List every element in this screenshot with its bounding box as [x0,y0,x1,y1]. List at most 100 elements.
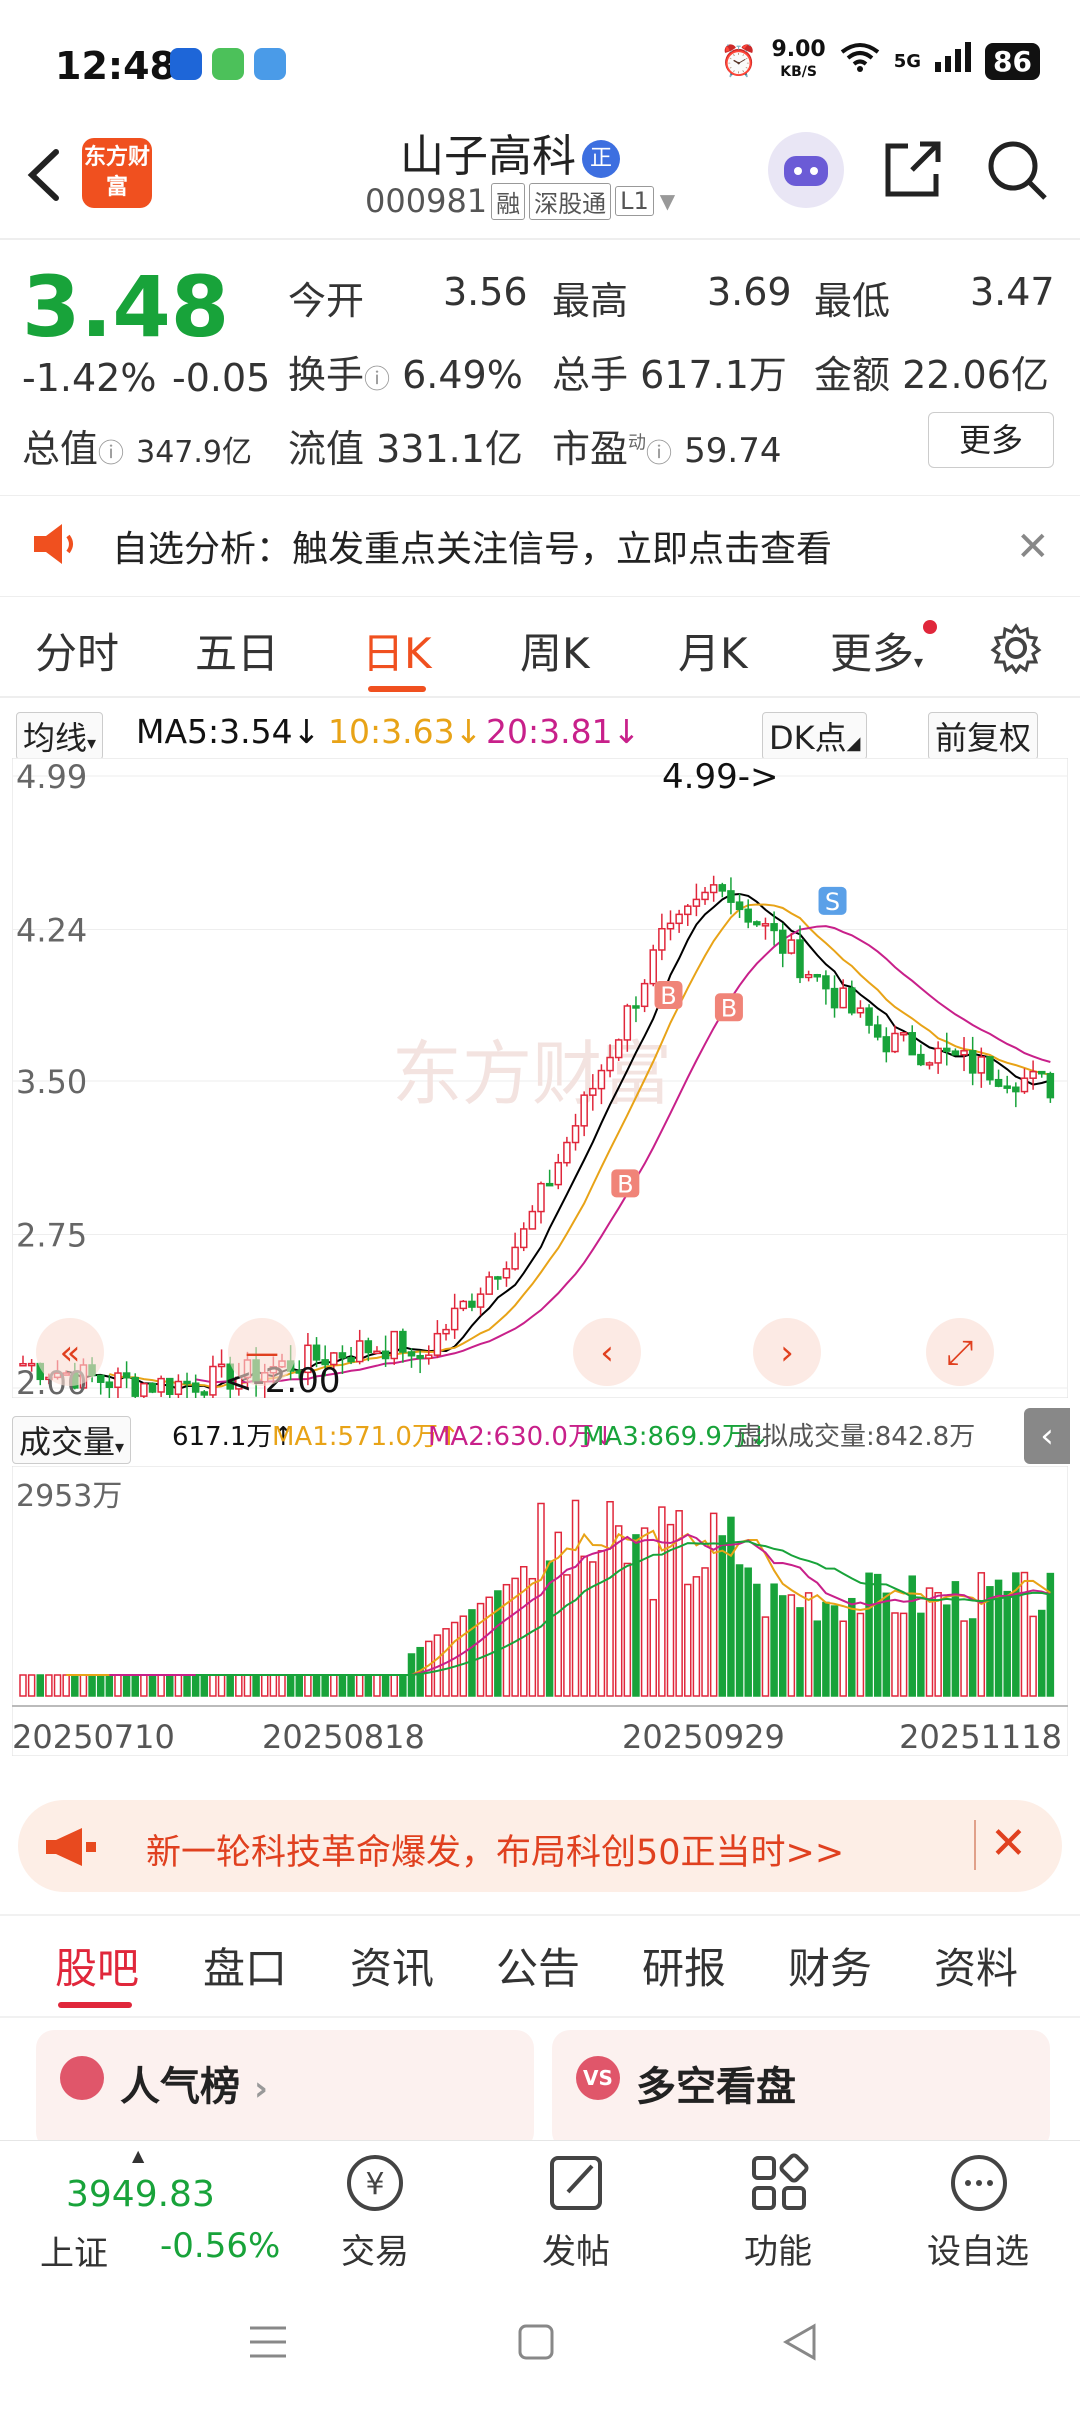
candle-body [908,1032,916,1056]
back-button[interactable] [20,140,70,210]
volume-bar [200,1674,209,1697]
chevron-down-icon[interactable]: ▼ [660,189,675,213]
adjust-button[interactable]: 前复权 [928,712,1039,760]
volume-bar [79,1674,88,1697]
volume-bar [243,1674,252,1697]
back-triangle-icon[interactable] [780,2322,820,2366]
candle-body [502,1268,511,1279]
volume-bar [209,1674,217,1697]
ma20-value: 20:3.81↓ [486,712,641,751]
tag-connect: 深股通 [529,182,612,220]
long-short-card[interactable] [552,2030,1050,2150]
indicator-select[interactable]: 均线▾ [16,712,104,760]
banner-close-icon[interactable]: ✕ [990,1818,1027,1869]
functions-button-label[interactable]: 功能 [718,2224,838,2273]
volume-bar [986,1586,994,1697]
volume-bar [658,1506,666,1697]
tab-five-day[interactable]: 五日 [195,620,279,681]
tab-profile[interactable]: 资料 [934,1935,1018,1996]
info-icon[interactable]: ⓘ [364,365,390,395]
tab-intraday[interactable]: 分时 [35,620,119,681]
index-name[interactable]: 上证 [40,2226,108,2275]
banner-text[interactable]: 新一轮科技革命爆发，布局科创50正当时>> [146,1824,844,1875]
popularity-card[interactable] [36,2030,534,2150]
candle-body [822,975,830,990]
virtual-volume: 虚拟成交量:842.8万 [736,1422,976,1452]
candle-body [416,1354,424,1359]
volume-bar [977,1572,986,1697]
total-cap: 347.9亿 [136,435,253,470]
long-short-title[interactable]: 多空看盘 [636,2054,796,2112]
tab-monthly-k[interactable]: 月K [678,620,748,681]
volume-bar [770,1583,778,1697]
functions-grid-icon[interactable] [748,2152,810,2218]
tab-weekly-k[interactable]: 周K [520,620,590,681]
chevron-right-icon: › [253,2069,268,2109]
search-icon[interactable] [985,138,1049,206]
section-divider [0,1914,1080,1916]
add-watchlist-icon[interactable] [948,2152,1010,2218]
tab-guba[interactable]: 股吧 [55,1935,139,1996]
index-change[interactable]: -0.56% [160,2226,280,2266]
candle-body [191,1382,200,1393]
dk-point-button[interactable]: DK点◢ [762,712,868,760]
more-button[interactable]: 更多 [928,412,1054,468]
close-icon[interactable]: ✕ [1016,524,1050,570]
candle-body [632,1005,640,1009]
stock-code: 000981 [365,182,488,220]
tab-more[interactable]: 更多▾ [830,620,938,681]
collapse-arrow-icon[interactable]: ‹ [1024,1408,1070,1464]
tab-daily-k[interactable]: 日K [362,620,432,681]
tab-news[interactable]: 资讯 [350,1935,434,1996]
volume-bar [943,1604,951,1697]
network-type: 5G [893,50,922,72]
volume-bar [787,1594,796,1697]
volume-indicator-select[interactable]: 成交量▾ [12,1416,132,1464]
candle-body [675,913,683,925]
tabs-bottom-divider [0,2016,1080,2018]
candle-body [986,1056,994,1081]
tab-finance[interactable]: 财务 [788,1935,872,1996]
share-icon[interactable] [882,138,944,204]
popularity-title[interactable]: 人气榜 › [120,2054,268,2112]
volume-bar [519,1566,528,1697]
notice-text[interactable]: 自选分析：触发重点关注信号，立即点击查看 [112,520,832,572]
info-icon[interactable]: ⓘ [646,439,672,469]
tab-orderbook[interactable]: 盘口 [203,1935,287,1996]
message-notification-icon [212,48,244,80]
info-icon[interactable]: ⓘ [98,439,124,469]
candle-body [442,1328,450,1335]
stock-name: 山子高科 [400,131,576,182]
settings-gear-icon[interactable] [990,622,1042,678]
volume-bar [252,1674,260,1697]
app-notification-icon [170,48,202,80]
trade-yen-icon[interactable]: ¥ [344,2152,406,2218]
candle-body [381,1350,390,1360]
post-button-label[interactable]: 发帖 [516,2224,636,2273]
post-edit-icon[interactable] [546,2152,608,2218]
bottom-tab-underline [58,2002,132,2008]
volume-bar [157,1674,165,1697]
kline-chart[interactable]: 东方财富 BB BS 4.994.243.502.752.00 4.99-> <-… [12,758,1068,1398]
home-icon[interactable] [516,2322,556,2366]
candle-body [787,939,796,954]
volume-bar [183,1674,191,1697]
high-value: 3.69 [707,270,792,314]
volume-bar [856,1612,865,1697]
trade-marker-letter: B [660,982,676,1010]
tab-announcements[interactable]: 公告 [496,1935,580,1996]
candle-body [830,987,839,1009]
ai-assistant-icon[interactable] [768,132,844,208]
add-watchlist-label[interactable]: 设自选 [918,2224,1038,2273]
volume-bar [528,1577,537,1697]
trade-button-label[interactable]: 交易 [315,2224,435,2273]
candle-body [580,1094,588,1127]
volume-bar [122,1674,131,1697]
menu-icon[interactable] [246,2322,290,2366]
index-value[interactable]: 3949.83 [66,2174,215,2215]
volume-bar [580,1555,588,1697]
volume-bar [312,1674,321,1697]
tab-research[interactable]: 研报 [642,1935,726,1996]
chart-nav-glyph: ⤢ [946,1333,973,1373]
candle-body [943,1047,951,1052]
